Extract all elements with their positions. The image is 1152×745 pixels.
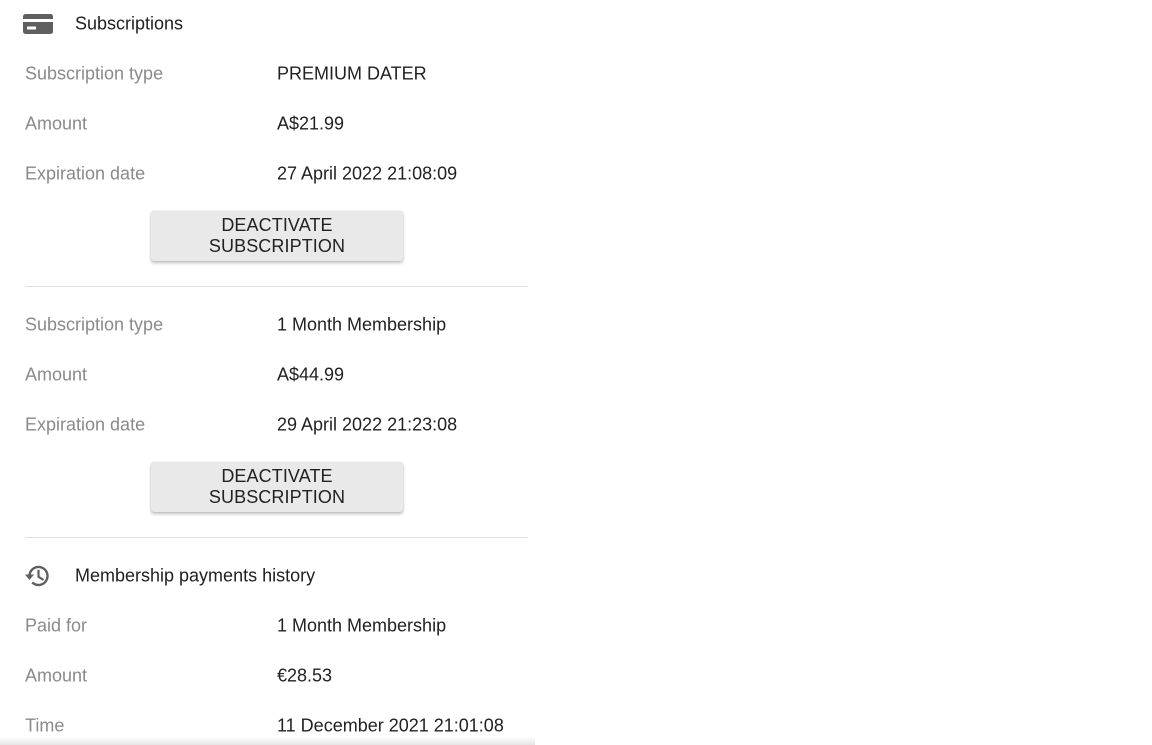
amount-label: Amount [25, 665, 88, 686]
payment-1-amount-row: Amount €28.53 [0, 661, 540, 691]
subscription-2-amount-row: Amount A$44.99 [0, 360, 540, 390]
time-label: Time [25, 715, 65, 736]
expiration-date-value: 29 April 2022 21:23:08 [277, 414, 458, 435]
payments-history-title: Membership payments history [75, 565, 316, 586]
account-panel: Subscriptions Subscription type PREMIUM … [0, 0, 540, 745]
scroll-shadow [0, 737, 535, 745]
payments-history-header: Membership payments history [0, 556, 540, 596]
credit-card-icon [22, 12, 54, 36]
history-icon [22, 564, 54, 588]
subscription-2-expiration-row: Expiration date 29 April 2022 21:23:08 [0, 410, 540, 440]
paid-for-value: 1 Month Membership [277, 615, 447, 636]
subscriptions-title: Subscriptions [75, 13, 184, 34]
subscription-1-type-row: Subscription type PREMIUM DATER [0, 59, 540, 89]
amount-value: €28.53 [277, 665, 333, 686]
subscription-1-amount-row: Amount A$21.99 [0, 109, 540, 139]
expiration-date-value: 27 April 2022 21:08:09 [277, 163, 458, 184]
expiration-date-label: Expiration date [25, 414, 146, 435]
payment-1-paid-for-row: Paid for 1 Month Membership [0, 611, 540, 641]
deactivate-subscription-2-button[interactable]: DEACTIVATE SUBSCRIPTION [151, 462, 403, 512]
amount-value: A$21.99 [277, 113, 345, 134]
amount-label: Amount [25, 113, 88, 134]
time-value: 11 December 2021 21:01:08 [277, 715, 504, 736]
amount-value: A$44.99 [277, 364, 345, 385]
expiration-date-label: Expiration date [25, 163, 146, 184]
divider [25, 537, 528, 538]
subscription-1-expiration-row: Expiration date 27 April 2022 21:08:09 [0, 159, 540, 189]
deactivate-subscription-1-button[interactable]: DEACTIVATE SUBSCRIPTION [151, 211, 403, 261]
subscription-type-value: 1 Month Membership [277, 314, 447, 335]
subscription-2-type-row: Subscription type 1 Month Membership [0, 310, 540, 340]
paid-for-label: Paid for [25, 615, 88, 636]
divider [25, 286, 528, 287]
subscription-type-label: Subscription type [25, 314, 164, 335]
subscription-type-value: PREMIUM DATER [277, 63, 427, 84]
subscriptions-header: Subscriptions [0, 4, 540, 44]
subscription-type-label: Subscription type [25, 63, 164, 84]
amount-label: Amount [25, 364, 88, 385]
